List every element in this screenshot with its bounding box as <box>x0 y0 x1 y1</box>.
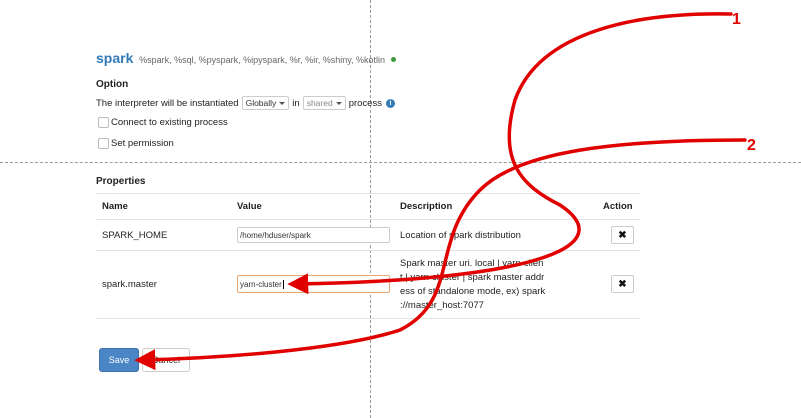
interpreter-title: spark %spark, %sql, %pyspark, %ipyspark,… <box>96 50 396 66</box>
close-icon: ✖ <box>618 278 627 290</box>
save-button[interactable]: Save <box>99 348 139 372</box>
property-name-spark-master: spark.master <box>102 279 157 290</box>
status-dot-icon <box>390 57 396 62</box>
close-icon: ✖ <box>618 229 627 241</box>
option-sentence-prefix: The interpreter will be instantiated <box>96 97 239 109</box>
delete-property-button[interactable]: ✖ <box>611 226 634 244</box>
description-line: Spark master uri. local | yarn-clien <box>400 258 544 269</box>
delete-property-button[interactable]: ✖ <box>611 275 634 293</box>
caret-down-icon <box>335 101 342 105</box>
text-cursor <box>282 279 284 289</box>
connect-existing-checkbox[interactable] <box>98 117 109 128</box>
set-permission-option[interactable]: Set permission <box>98 138 174 149</box>
property-value-input-spark-master[interactable]: yarn-cluster <box>237 275 390 293</box>
scope-dropdown[interactable]: Globally <box>241 96 290 110</box>
scope-dropdown-value: Globally <box>245 98 277 108</box>
option-heading: Option <box>96 79 129 90</box>
table-divider <box>96 219 640 220</box>
property-value-text: yarn-cluster <box>240 279 282 289</box>
info-icon[interactable]: i <box>385 98 395 108</box>
interpreter-name[interactable]: spark <box>96 50 133 66</box>
caret-down-icon <box>279 101 286 105</box>
table-divider <box>96 193 640 194</box>
column-header-action: Action <box>603 201 633 212</box>
option-sentence-suffix: process <box>348 97 382 109</box>
table-divider <box>96 318 640 319</box>
mode-dropdown-value: shared <box>306 98 333 108</box>
instantiation-option: The interpreter will be instantiated Glo… <box>96 96 395 110</box>
properties-heading: Properties <box>96 176 146 187</box>
annotation-number: 1 <box>732 11 741 28</box>
connect-existing-option[interactable]: Connect to existing process <box>98 117 228 128</box>
property-description-spark-home: Location of spark distribution <box>400 230 521 241</box>
column-header-value: Value <box>237 201 262 212</box>
set-permission-checkbox[interactable] <box>98 138 109 149</box>
column-header-description: Description <box>400 201 453 212</box>
column-header-name: Name <box>102 201 128 212</box>
property-value-text: /home/hduser/spark <box>240 230 311 240</box>
option-in-word: in <box>292 97 300 109</box>
set-permission-label: Set permission <box>111 138 174 149</box>
interpreter-bindings: %spark, %sql, %pyspark, %ipyspark, %r, %… <box>139 55 386 65</box>
property-description-spark-master: Spark master uri. local | yarn-clien t |… <box>400 257 555 313</box>
description-line: ://master_host:7077 <box>400 300 484 311</box>
property-name-spark-home: SPARK_HOME <box>102 230 168 241</box>
annotation-number: 2 <box>747 137 756 154</box>
description-line: ess of standalone mode, ex) spark <box>400 286 546 297</box>
description-line: t | yarn-cluster | spark master addr <box>400 272 545 283</box>
mode-dropdown[interactable]: shared <box>302 96 346 110</box>
table-divider <box>96 250 640 251</box>
property-value-input-spark-home[interactable]: /home/hduser/spark <box>237 227 390 243</box>
connect-existing-label: Connect to existing process <box>111 117 228 128</box>
horizontal-guide-line <box>0 162 801 163</box>
cancel-button[interactable]: Cancel <box>142 348 190 372</box>
